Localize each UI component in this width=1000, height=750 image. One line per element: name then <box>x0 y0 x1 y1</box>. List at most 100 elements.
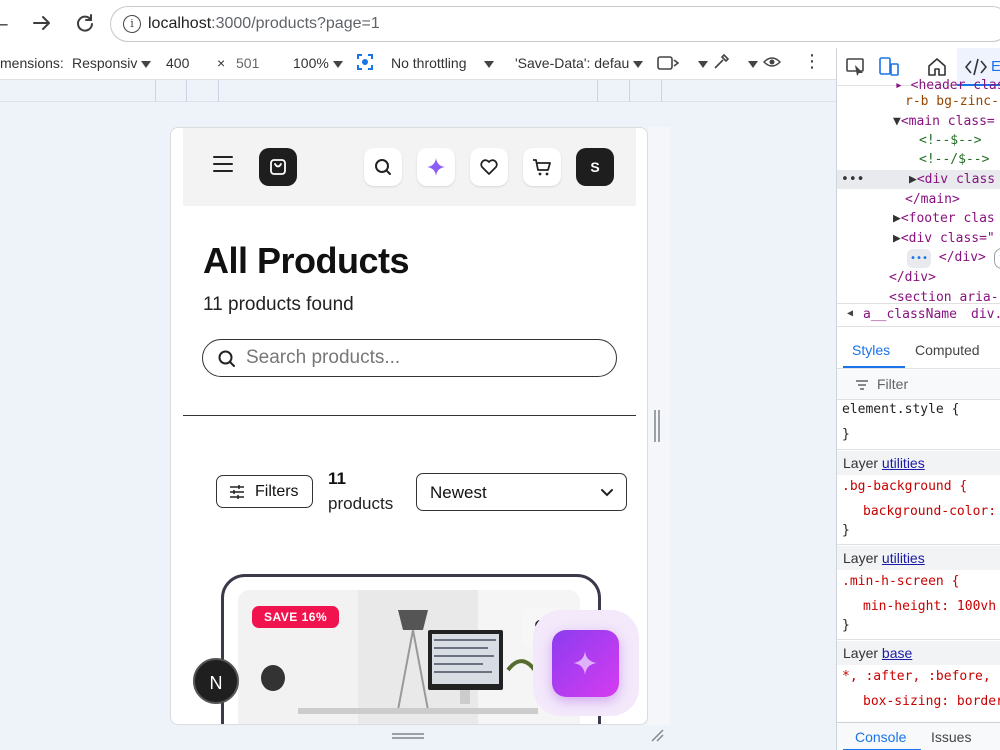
height-input[interactable]: 501 <box>236 55 259 71</box>
search-box[interactable] <box>202 339 617 377</box>
heart-icon <box>480 159 498 175</box>
styles-filter[interactable]: Filter <box>837 370 1000 400</box>
filters-button[interactable]: Filters <box>216 475 313 508</box>
element-style-block[interactable]: element.style { } <box>837 400 1000 450</box>
cart-button[interactable] <box>523 148 561 186</box>
device-viewport: S All Products 11 products found Filters… <box>170 127 648 725</box>
products-found-text: 11 products found <box>203 294 354 315</box>
filters-label: Filters <box>255 483 299 500</box>
user-avatar[interactable]: S <box>576 148 614 186</box>
resize-handle-right[interactable] <box>654 410 662 442</box>
eye-icon[interactable] <box>763 54 781 73</box>
tab-issues[interactable]: Issues <box>931 729 971 745</box>
zoom-select[interactable]: 100% <box>293 55 343 71</box>
sliders-icon <box>230 485 244 499</box>
search-input[interactable] <box>246 345 606 371</box>
crumb-scroll-left-icon[interactable]: ◀ <box>847 308 853 319</box>
caret-down-icon <box>141 60 152 68</box>
more-options-icon[interactable]: ⋮ <box>803 51 821 72</box>
layer-utilities-link[interactable]: utilities <box>882 455 925 471</box>
search-button[interactable] <box>364 148 402 186</box>
eyedropper-icon[interactable] <box>712 53 730 74</box>
dom-line-0[interactable]: r-b bg-zinc- <box>905 92 999 111</box>
width-input[interactable]: 400 <box>166 55 189 71</box>
ellipsis-badge[interactable]: ••• <box>907 249 932 268</box>
caret-down-icon <box>633 60 644 68</box>
section-divider <box>183 415 636 416</box>
caret-down-icon <box>332 60 343 68</box>
save-data-select[interactable]: 'Save-Data': defau <box>515 55 644 71</box>
caret-down-icon[interactable] <box>480 55 494 71</box>
devtools-panel: E ▸ <header clas r-b bg-zinc- ▼<main cla… <box>836 48 1000 750</box>
layer-row-base: Layer base <box>837 641 1000 665</box>
forward-icon[interactable] <box>30 12 54 36</box>
crumb-item-2[interactable]: div.m <box>971 307 1000 322</box>
code-icon <box>965 58 987 76</box>
throttling-select[interactable]: No throttling <box>391 55 466 71</box>
sort-select[interactable]: Newest <box>416 473 627 511</box>
resize-handle-bottom[interactable] <box>392 733 424 741</box>
dom-line-comment-close[interactable]: <!--/$--> <box>919 150 989 169</box>
nextjs-devtools-badge[interactable]: N <box>193 658 239 704</box>
dom-line-div2[interactable]: ▶<div class=" <box>893 229 995 248</box>
tab-computed[interactable]: Computed <box>915 342 980 358</box>
css-rule-bg-background[interactable]: .bg-background { background-color: } <box>837 475 1000 545</box>
device-toolbar: mensions: Responsiv 400 × 501 100% No th… <box>0 48 836 80</box>
dom-line-main-close[interactable]: </main> <box>905 190 960 209</box>
dom-line-comment-open[interactable]: <!--$--> <box>919 131 982 150</box>
product-count-label: products <box>328 494 394 513</box>
sparkle-icon <box>427 158 445 176</box>
styles-tab-underline <box>843 366 905 368</box>
chevron-down-icon <box>601 489 613 497</box>
url-bar[interactable]: i localhost:3000/products?page=1 <box>110 6 1000 42</box>
layer-utilities-link[interactable]: utilities <box>882 550 925 566</box>
back-icon[interactable]: – <box>0 12 14 36</box>
menu-icon[interactable] <box>213 156 233 174</box>
filter-icon <box>856 380 868 390</box>
url-text[interactable]: localhost:3000/products?page=1 <box>148 15 380 33</box>
breadcrumb: ◀ a__className div.m <box>837 303 1000 327</box>
product-count-number: 11 <box>328 469 346 488</box>
search-icon <box>218 350 235 367</box>
home-icon[interactable] <box>926 56 948 78</box>
caret-down-icon[interactable] <box>694 55 708 71</box>
device-toggle-icon[interactable] <box>878 56 900 78</box>
caret-down-icon[interactable] <box>744 55 758 71</box>
layer-row-utilities: Layer utilities <box>837 451 1000 475</box>
device-select[interactable]: Responsiv <box>72 55 152 71</box>
tab-console[interactable]: Console <box>855 729 906 745</box>
crumb-item-1[interactable]: a__className <box>863 307 957 322</box>
drawer-tabs: Console Issues <box>837 722 1000 750</box>
dom-line-main[interactable]: ▼<main class= <box>893 112 995 131</box>
viewport-ruler <box>0 80 836 102</box>
screenshot-icon[interactable] <box>356 53 374 74</box>
dom-line-footer[interactable]: ▶<footer clas <box>893 209 995 228</box>
cart-icon <box>533 159 551 176</box>
css-rule-universal[interactable]: *, :after, :before, box-sizing: border <box>837 665 1000 721</box>
inspect-icon[interactable] <box>845 56 867 78</box>
css-rule-min-h-screen[interactable]: .min-h-screen { min-height: 100vh } <box>837 570 1000 640</box>
wishlist-button[interactable] <box>470 148 508 186</box>
tab-elements-label: E <box>991 58 1000 75</box>
styles-subtabs: Styles Computed <box>837 335 1000 369</box>
sort-value: Newest <box>430 483 487 502</box>
times-sign: × <box>217 55 226 71</box>
info-icon[interactable]: i <box>123 15 141 33</box>
app-header: S <box>183 128 636 206</box>
dom-line-div[interactable]: ▶<div class <box>909 170 995 189</box>
dom-dots[interactable]: ••• <box>841 170 864 189</box>
search-icon <box>375 159 391 175</box>
device-posture-icon[interactable] <box>657 54 680 75</box>
reload-icon[interactable] <box>73 12 97 36</box>
resize-corner-icon[interactable] <box>650 728 666 744</box>
shopping-bag-icon[interactable] <box>259 148 297 186</box>
dom-line-div-close[interactable]: </div> <box>889 268 936 287</box>
ai-assistant-button[interactable] <box>417 148 455 186</box>
dom-line-div2-close[interactable]: ••• </div> fle <box>907 248 1000 269</box>
layer-base-link[interactable]: base <box>882 645 912 661</box>
save-badge: SAVE 16% <box>252 606 340 628</box>
ai-chat-button[interactable] <box>552 630 619 697</box>
flex-badge[interactable]: fle <box>993 248 1000 269</box>
sparkle-icon <box>573 651 597 675</box>
tab-styles[interactable]: Styles <box>852 342 890 358</box>
